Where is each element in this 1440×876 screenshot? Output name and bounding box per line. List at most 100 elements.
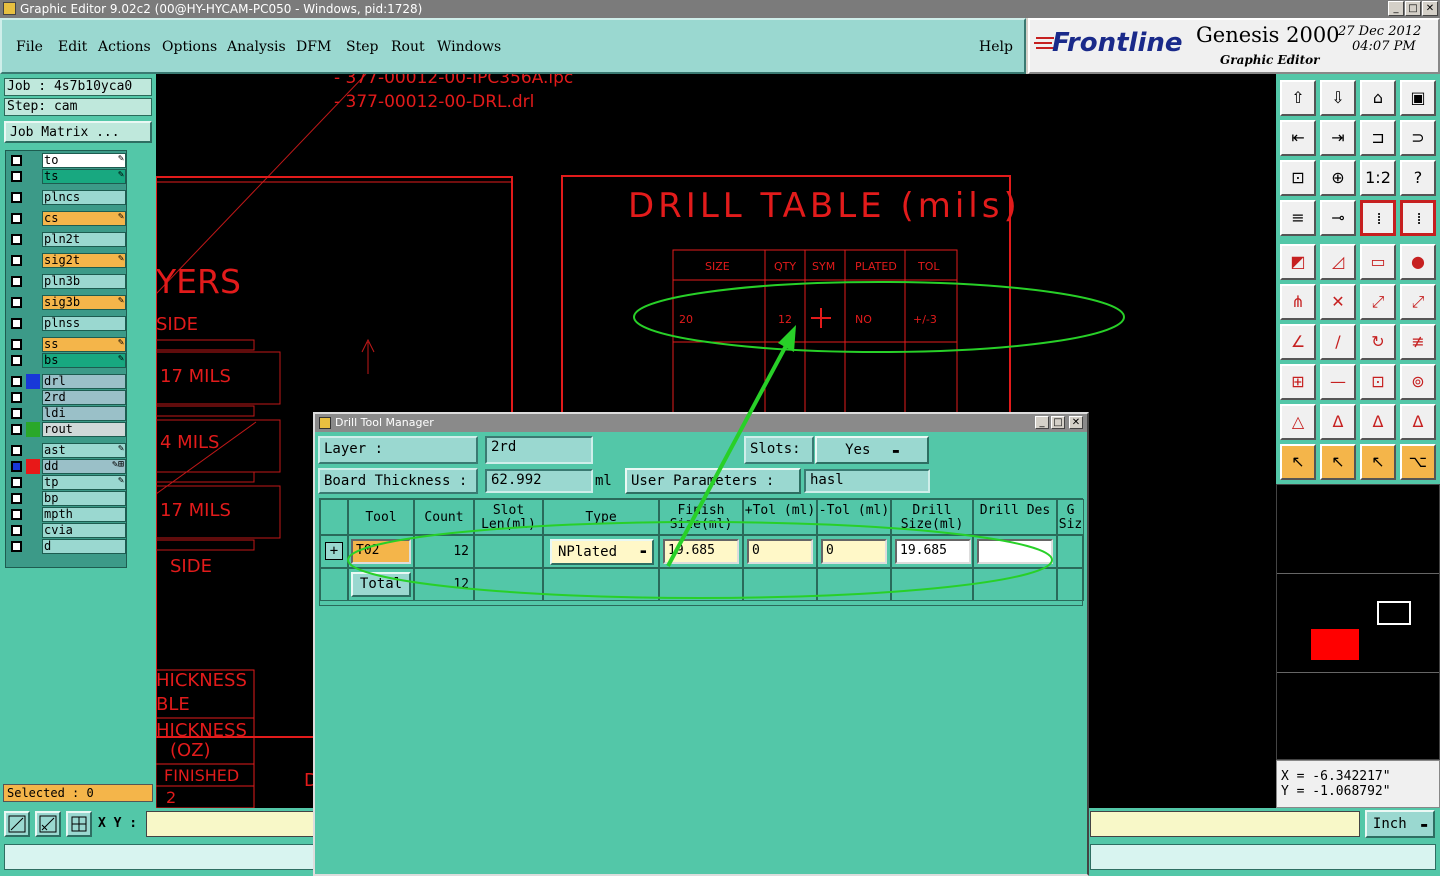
menu-options[interactable]: Options [162, 39, 217, 55]
move-button[interactable]: ◿ [1320, 244, 1356, 280]
minimize-button[interactable]: _ [1388, 1, 1404, 16]
layer-checkbox[interactable] [11, 525, 22, 536]
triangle-button[interactable]: △ [1280, 404, 1316, 440]
layer-name[interactable]: ts [42, 169, 126, 184]
xy-input[interactable] [146, 811, 316, 837]
command-field[interactable] [1090, 811, 1360, 837]
layer-checkbox[interactable] [11, 392, 22, 403]
layer-row-ast[interactable]: ast ✎ [8, 443, 127, 459]
layer-input[interactable]: 2rd [485, 436, 593, 464]
layer-row-cvia[interactable]: cvia [8, 523, 127, 539]
menu-windows[interactable]: Windows [437, 39, 501, 55]
layer-name[interactable]: d [42, 539, 126, 554]
overview-viewport[interactable] [1377, 601, 1411, 625]
layer-name[interactable]: plncs [42, 190, 126, 205]
layer-row-ts[interactable]: ts ✎ [8, 169, 127, 185]
dialog-maximize-button[interactable]: □ [1051, 416, 1065, 429]
cross-button[interactable]: ✕ [1320, 284, 1356, 320]
layer-checkbox[interactable] [11, 276, 22, 287]
layer-name[interactable]: cvia [42, 523, 126, 538]
type-select[interactable]: NPlated ▬ [550, 539, 654, 565]
layer-name[interactable]: rout [42, 422, 126, 437]
expand-icon[interactable]: + [325, 542, 343, 560]
layer-name[interactable]: sig3b [42, 295, 126, 310]
menu-file[interactable]: File [16, 39, 43, 55]
layer-row-pln3b[interactable]: pln3b [8, 274, 127, 290]
layer-name[interactable]: plnss [42, 316, 126, 331]
close-button[interactable]: ✕ [1422, 1, 1438, 16]
line-button[interactable]: ⤢ [1360, 284, 1396, 320]
layer-checkbox[interactable] [11, 234, 22, 245]
layer-checkbox[interactable] [11, 477, 22, 488]
select-button[interactable]: ◩ [1280, 244, 1316, 280]
layer-row-cs[interactable]: cs ✎ [8, 211, 127, 227]
layer-checkbox[interactable] [11, 192, 22, 203]
layer-name[interactable]: to [42, 153, 126, 168]
layer-name[interactable]: pln3b [42, 274, 126, 289]
zoom-fit-button[interactable]: ⊡ [1280, 160, 1316, 196]
layer-row-bp[interactable]: bp [8, 491, 127, 507]
layer-row-d[interactable]: d [8, 539, 127, 555]
layer-row-to[interactable]: to ✎ [8, 153, 127, 169]
layer-row-plncs[interactable]: plncs [8, 190, 127, 206]
job-matrix-button[interactable]: Job Matrix ... [4, 121, 152, 143]
menu-edit[interactable]: Edit [58, 39, 87, 55]
menu-rout[interactable]: Rout [391, 39, 425, 55]
export-button[interactable]: ⇧ [1280, 80, 1316, 116]
zoom-fit-button[interactable] [4, 811, 30, 837]
polygon-3-button[interactable]: Δ [1400, 404, 1436, 440]
layer-row-plnss[interactable]: plnss [8, 316, 127, 332]
layer-name[interactable]: bp [42, 491, 126, 506]
menu-actions[interactable]: Actions [98, 39, 151, 55]
layer-checkbox[interactable] [11, 461, 22, 472]
layer-row-mpth[interactable]: mpth [8, 507, 127, 523]
layer-checkbox[interactable] [11, 171, 22, 182]
user-parameters-input[interactable]: hasl [804, 469, 930, 493]
layer-row-bs[interactable]: bs ✎ [8, 353, 127, 369]
drill-size-input[interactable]: 19.685 [895, 539, 971, 564]
line-2-button[interactable]: ⤢ [1400, 284, 1436, 320]
net-layer-2-button[interactable]: ⁞ [1400, 200, 1436, 236]
scale-1-2-button[interactable]: 1:2 [1360, 160, 1396, 196]
connect-button[interactable]: ⋔ [1280, 284, 1316, 320]
dimension-button[interactable]: ⊡ [1360, 364, 1396, 400]
mirror-button[interactable]: ≢ [1400, 324, 1436, 360]
menu-dfm[interactable]: DFM [296, 39, 331, 55]
net-layer-button[interactable]: ⁞ [1360, 200, 1396, 236]
layer-name[interactable]: drl [42, 374, 126, 389]
maximize-button[interactable]: □ [1405, 1, 1421, 16]
feature-button[interactable]: ⊞ [1280, 364, 1316, 400]
polygon-2-button[interactable]: Δ [1360, 404, 1396, 440]
layer-row-pln2t[interactable]: pln2t [8, 232, 127, 248]
menu-help[interactable]: Help [979, 39, 1013, 55]
circles-button[interactable]: ⊚ [1400, 364, 1436, 400]
plus-tol-input[interactable]: 0 [747, 539, 813, 564]
layer-checkbox[interactable] [11, 155, 22, 166]
angle-button[interactable]: ∠ [1280, 324, 1316, 360]
help-button[interactable]: ? [1400, 160, 1436, 196]
route-button[interactable]: ⌥ [1400, 444, 1436, 480]
pan-left-button[interactable]: ⇤ [1280, 120, 1316, 156]
layer-name[interactable]: 2rd [42, 390, 126, 405]
layer-checkbox[interactable] [11, 541, 22, 552]
minus-button[interactable]: — [1320, 364, 1356, 400]
finish-size-input[interactable]: 19.685 [663, 539, 739, 564]
layer-name[interactable]: sig2t [42, 253, 126, 268]
layer-row-ss[interactable]: ss ✎ [8, 337, 127, 353]
redraw-button[interactable]: ⊃ [1400, 120, 1436, 156]
layer-checkbox[interactable] [11, 355, 22, 366]
pointer-button[interactable]: ↖ [1280, 444, 1316, 480]
overview-window[interactable] [1276, 484, 1440, 760]
layer-checkbox[interactable] [11, 376, 22, 387]
layer-checkbox[interactable] [11, 509, 22, 520]
layer-row-2rd[interactable]: 2rd [8, 390, 127, 406]
slash-button[interactable]: / [1320, 324, 1356, 360]
board-thickness-input[interactable]: 62.992 [485, 469, 593, 493]
import-button[interactable]: ⇩ [1320, 80, 1356, 116]
menu-analysis[interactable]: Analysis [227, 39, 286, 55]
layer-row-drl[interactable]: drl [8, 374, 127, 390]
tool-input[interactable]: T02 [351, 539, 411, 564]
zoom-center-button[interactable]: ⊕ [1320, 160, 1356, 196]
ruler-button[interactable]: ▭ [1360, 244, 1396, 280]
layer-checkbox[interactable] [11, 213, 22, 224]
